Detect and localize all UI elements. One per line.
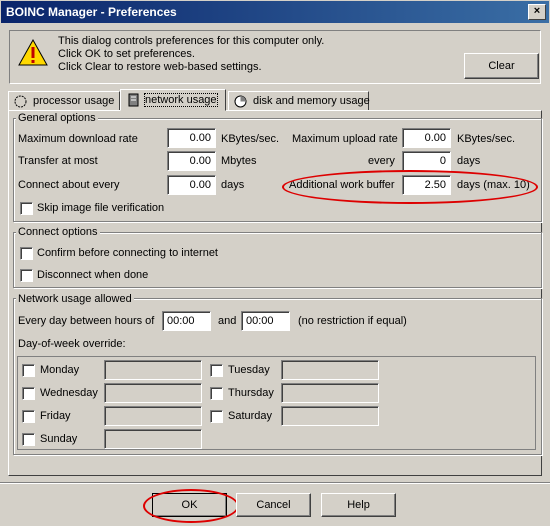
thursday-checkbox[interactable] <box>210 387 223 400</box>
every-days-input[interactable]: 0 <box>402 151 451 171</box>
wednesday-checkbox[interactable] <box>22 387 35 400</box>
disconnect-label: Disconnect when done <box>37 269 149 281</box>
transfer-label: Transfer at most <box>18 155 98 167</box>
and-label: and <box>218 315 237 327</box>
max-upload-input[interactable]: 0.00 <box>402 128 451 148</box>
title-bar[interactable]: BOINC Manager - Preferences × <box>0 0 550 24</box>
thursday-hours-input[interactable] <box>281 383 379 403</box>
work-buffer-label: Additional work buffer <box>289 179 395 191</box>
tab-disk-label: disk and memory usage <box>253 95 370 107</box>
every-label: every <box>368 155 395 167</box>
friday-label: Friday <box>40 410 71 422</box>
disconnect-checkbox[interactable] <box>20 269 33 282</box>
saturday-checkbox[interactable] <box>210 410 223 423</box>
no-restriction-note: (no restriction if equal) <box>298 315 407 327</box>
max-download-input[interactable]: 0.00 <box>167 128 216 148</box>
info-line-2: Click OK to set preferences. <box>58 48 195 60</box>
network-usage-title: Network usage allowed <box>16 293 134 305</box>
bottom-separator <box>0 482 550 484</box>
help-button[interactable]: Help <box>321 493 396 517</box>
confirm-connect-checkbox[interactable] <box>20 247 33 260</box>
connect-every-label: Connect about every <box>18 179 120 191</box>
day-override-label: Day-of-week override: <box>18 338 126 350</box>
cancel-button[interactable]: Cancel <box>236 493 311 517</box>
tab-network-label: network usage <box>144 93 218 107</box>
processor-icon <box>14 95 27 108</box>
transfer-input[interactable]: 0.00 <box>167 151 216 171</box>
tuesday-checkbox[interactable] <box>210 364 223 377</box>
saturday-hours-input[interactable] <box>281 406 379 426</box>
start-hour-input[interactable]: 00:00 <box>162 311 211 331</box>
general-options-title: General options <box>16 112 98 124</box>
end-hour-input[interactable]: 00:00 <box>241 311 290 331</box>
connect-options-title: Connect options <box>16 226 100 238</box>
skip-verification-label: Skip image file verification <box>37 202 165 214</box>
info-line-3: Click Clear to restore web-based setting… <box>58 61 262 73</box>
saturday-label: Saturday <box>228 410 273 422</box>
ok-button[interactable]: OK <box>152 493 227 517</box>
every-day-label: Every day between hours of <box>18 315 155 327</box>
max-download-label: Maximum download rate <box>18 133 138 145</box>
sunday-hours-input[interactable] <box>104 429 202 449</box>
tab-network-usage[interactable]: network usage <box>120 89 226 111</box>
work-buffer-unit: days (max. 10) <box>457 179 530 191</box>
sunday-checkbox[interactable] <box>22 433 35 446</box>
friday-hours-input[interactable] <box>104 406 202 426</box>
friday-checkbox[interactable] <box>22 410 35 423</box>
thursday-label: Thursday <box>228 387 274 399</box>
tuesday-label: Tuesday <box>228 364 270 376</box>
tab-disk-memory-usage[interactable]: disk and memory usage <box>228 91 370 111</box>
disk-icon <box>234 95 247 108</box>
confirm-connect-label: Confirm before connecting to internet <box>37 247 218 259</box>
tab-processor-label: processor usage <box>33 95 115 107</box>
window-title: BOINC Manager - Preferences <box>6 5 177 19</box>
tuesday-hours-input[interactable] <box>281 360 379 380</box>
wednesday-hours-input[interactable] <box>104 383 202 403</box>
monday-hours-input[interactable] <box>104 360 202 380</box>
monday-label: Monday <box>40 364 80 376</box>
network-icon <box>128 93 139 107</box>
day-override-grid <box>17 356 536 450</box>
max-upload-label: Maximum upload rate <box>292 133 398 145</box>
tab-processor-usage[interactable]: processor usage <box>8 91 120 111</box>
wednesday-label: Wednesday <box>40 387 98 399</box>
work-buffer-input[interactable]: 2.50 <box>402 175 451 195</box>
warning-icon <box>18 39 48 66</box>
connect-every-unit: days <box>221 179 245 191</box>
sunday-label: Sunday <box>40 433 78 445</box>
transfer-unit: Mbytes <box>221 155 257 167</box>
max-upload-unit: KBytes/sec. <box>457 133 516 145</box>
connect-every-input[interactable]: 0.00 <box>167 175 216 195</box>
close-icon: × <box>533 5 541 17</box>
info-line-1: This dialog controls preferences for thi… <box>58 35 325 47</box>
every-days-unit: days <box>457 155 481 167</box>
max-download-unit: KBytes/sec. <box>221 133 280 145</box>
clear-button[interactable]: Clear <box>464 53 539 79</box>
monday-checkbox[interactable] <box>22 364 35 377</box>
close-button[interactable]: × <box>528 4 546 20</box>
skip-verification-checkbox[interactable] <box>20 202 33 215</box>
